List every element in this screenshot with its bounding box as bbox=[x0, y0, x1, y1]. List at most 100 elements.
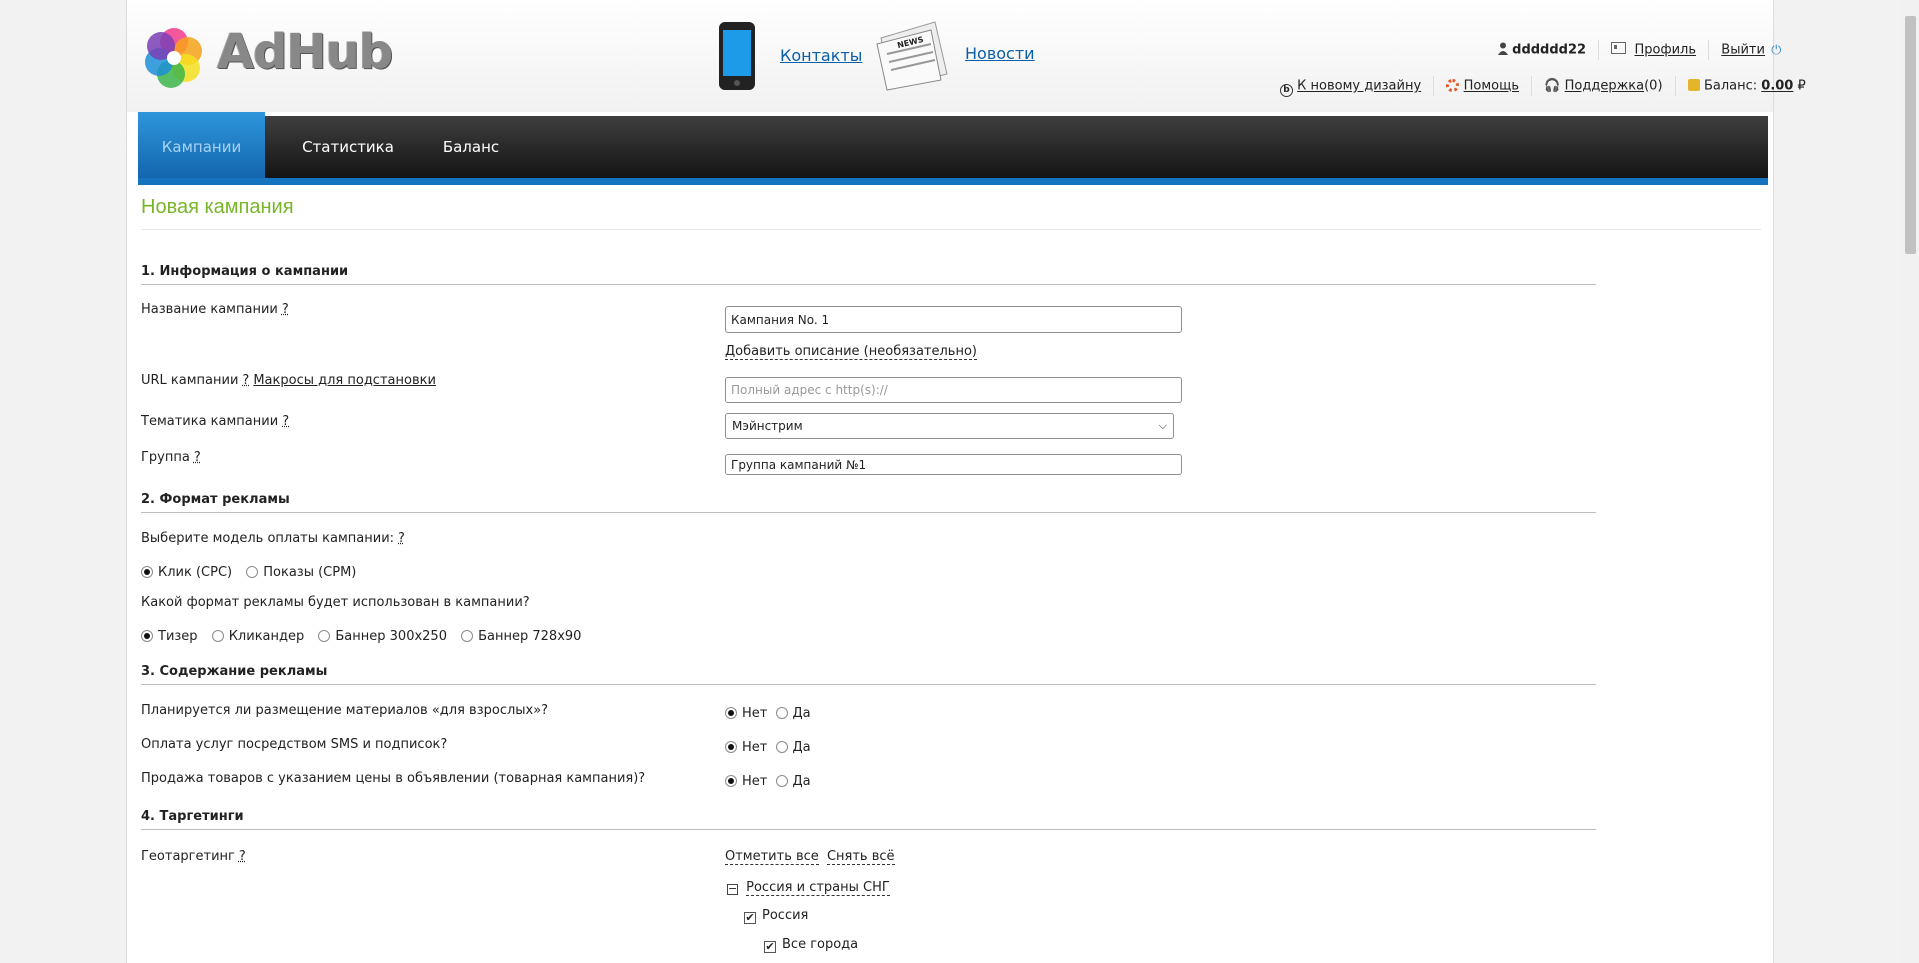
page-scrollbar[interactable] bbox=[1902, 0, 1919, 963]
page: AdHub Контакты NEWS Новости dddddd22 Про… bbox=[126, 0, 1806, 963]
campaign-name-label-text: Название кампании bbox=[141, 302, 278, 317]
payment-model-help[interactable]: ? bbox=[398, 531, 405, 546]
campaign-url-label-text: URL кампании bbox=[141, 373, 239, 388]
radio-adult-no[interactable] bbox=[725, 707, 737, 719]
logout-link[interactable]: Выйти bbox=[1721, 43, 1765, 58]
title-divider bbox=[141, 229, 1761, 230]
checkbox-russia[interactable]: ✔ bbox=[744, 912, 756, 924]
radio-adult-yes[interactable] bbox=[775, 707, 788, 719]
campaign-url-input[interactable] bbox=[725, 377, 1182, 403]
sms-option-yes-label: Да bbox=[792, 740, 811, 755]
phone-icon bbox=[717, 20, 757, 96]
sms-option-yes[interactable]: Да bbox=[775, 740, 811, 755]
main-nav: Кампании Статистика Баланс bbox=[138, 112, 1768, 185]
geotargeting-label: Геотаргетинг? bbox=[141, 849, 246, 864]
payment-model-label-text: Выберите модель оплаты кампании: bbox=[141, 531, 395, 546]
payment-model-label: Выберите модель оплаты кампании:? bbox=[141, 531, 405, 546]
new-design-icon: b bbox=[1280, 83, 1293, 97]
payment-option-cpm-label: Показы (CPM) bbox=[263, 565, 357, 580]
add-description-link[interactable]: Добавить описание (необязательно) bbox=[725, 344, 977, 360]
format-option-banner-728x90[interactable]: Баннер 728x90 bbox=[461, 629, 581, 644]
adult-question-label: Планируется ли размещение материалов «дл… bbox=[141, 703, 549, 718]
tree-russia-label: Россия bbox=[762, 908, 809, 923]
radio-cpm[interactable] bbox=[246, 566, 259, 578]
radio-banner-300x250[interactable] bbox=[318, 630, 331, 642]
support-link[interactable]: Поддержка bbox=[1565, 79, 1645, 94]
payment-option-cpm[interactable]: Показы (CPM) bbox=[246, 565, 356, 580]
section-targeting-title: 4. Таргетинги bbox=[141, 809, 1596, 830]
tree-all-cities: ✔ Все города bbox=[764, 937, 858, 953]
adult-option-yes[interactable]: Да bbox=[775, 706, 811, 721]
radio-teaser[interactable] bbox=[141, 630, 153, 642]
campaign-url-label: URL кампании? Макросы для подстановки bbox=[141, 373, 436, 388]
section-ad-format-title: 2. Формат рекламы bbox=[141, 492, 1596, 513]
campaign-name-label: Название кампании? bbox=[141, 302, 289, 317]
sms-option-no-label: Нет bbox=[742, 740, 768, 755]
campaign-topic-label-text: Тематика кампании bbox=[141, 414, 279, 429]
payment-option-cpc[interactable]: Клик (CPC) bbox=[141, 565, 232, 580]
radio-clickunder[interactable] bbox=[211, 630, 224, 642]
campaign-name-input[interactable] bbox=[725, 306, 1182, 333]
group-help[interactable]: ? bbox=[194, 450, 201, 465]
format-option-teaser[interactable]: Тизер bbox=[141, 629, 198, 644]
tab-statistics[interactable]: Статистика bbox=[288, 116, 408, 178]
product-question-label: Продажа товаров с указанием цены в объяв… bbox=[141, 771, 646, 786]
balance-label: Баланс: bbox=[1703, 78, 1758, 94]
tab-campaigns[interactable]: Кампании bbox=[138, 112, 265, 178]
collapse-icon[interactable]: − bbox=[727, 883, 738, 895]
campaign-topic-select[interactable]: Мэйнстрим ⌵ bbox=[725, 413, 1174, 439]
adult-option-no[interactable]: Нет bbox=[725, 706, 767, 721]
group-input[interactable] bbox=[725, 454, 1182, 475]
radio-product-no[interactable] bbox=[725, 775, 737, 787]
radio-sms-no[interactable] bbox=[725, 741, 737, 753]
logo-flower-icon bbox=[145, 28, 202, 88]
headset-icon: 🎧 bbox=[1544, 78, 1561, 94]
tree-russia: ✔ Россия bbox=[744, 908, 808, 924]
checkbox-all-cities[interactable]: ✔ bbox=[764, 941, 776, 953]
campaign-topic-help[interactable]: ? bbox=[282, 414, 289, 429]
radio-product-yes[interactable] bbox=[775, 775, 788, 787]
section-ad-content-title: 3. Содержание рекламы bbox=[141, 664, 1596, 685]
radio-sms-yes[interactable] bbox=[775, 741, 788, 753]
profile-link[interactable]: Профиль bbox=[1635, 43, 1697, 58]
sms-option-no[interactable]: Нет bbox=[725, 740, 767, 755]
page-title: Новая кампания bbox=[141, 196, 294, 218]
contacts-link[interactable]: Контакты bbox=[780, 46, 862, 65]
tab-balance[interactable]: Баланс bbox=[421, 116, 521, 178]
format-option-banner-300x250[interactable]: Баннер 300x250 bbox=[318, 629, 447, 644]
campaign-url-help[interactable]: ? bbox=[242, 373, 249, 388]
macros-link[interactable]: Макросы для подстановки bbox=[253, 373, 436, 388]
currency: ₽ bbox=[1797, 78, 1806, 94]
lifebuoy-icon bbox=[1446, 78, 1460, 92]
campaign-topic-label: Тематика кампании? bbox=[141, 414, 289, 429]
deselect-all-link[interactable]: Снять всё bbox=[826, 849, 895, 865]
campaign-name-help[interactable]: ? bbox=[282, 302, 289, 317]
radio-banner-728x90[interactable] bbox=[461, 630, 474, 642]
product-option-yes[interactable]: Да bbox=[775, 774, 811, 789]
ad-format-options: Тизер Кликандер Баннер 300x250 Баннер 72… bbox=[141, 629, 591, 644]
format-option-teaser-label: Тизер bbox=[158, 629, 198, 644]
adult-option-no-label: Нет bbox=[742, 706, 768, 721]
product-option-no[interactable]: Нет bbox=[725, 774, 767, 789]
format-option-clickunder-label: Кликандер bbox=[228, 629, 305, 644]
help-link[interactable]: Помощь bbox=[1464, 79, 1519, 94]
sms-question-label: Оплата услуг посредством SMS и подписок? bbox=[141, 737, 448, 752]
news-link[interactable]: Новости bbox=[965, 44, 1035, 63]
tree-root-label[interactable]: Россия и страны СНГ bbox=[746, 880, 890, 896]
product-question-options: Нет Да bbox=[725, 774, 821, 789]
product-option-no-label: Нет bbox=[742, 774, 768, 789]
scrollbar-thumb[interactable] bbox=[1905, 16, 1916, 254]
geotargeting-label-text: Геотаргетинг bbox=[141, 849, 235, 864]
chevron-down-icon: ⌵ bbox=[1158, 419, 1167, 432]
geotargeting-help[interactable]: ? bbox=[239, 849, 246, 864]
format-option-clickunder[interactable]: Кликандер bbox=[211, 629, 305, 644]
logo-link[interactable]: AdHub bbox=[141, 20, 393, 90]
select-all-link[interactable]: Отметить все bbox=[725, 849, 819, 865]
product-option-yes-label: Да bbox=[792, 774, 811, 789]
divider bbox=[1433, 76, 1435, 96]
new-design-link[interactable]: К новому дизайну bbox=[1297, 79, 1421, 94]
geo-select-links: Отметить все Снять всё bbox=[725, 849, 895, 865]
radio-cpc[interactable] bbox=[141, 566, 153, 578]
power-icon: ⏻ bbox=[1771, 42, 1782, 58]
balance-value[interactable]: 0.00 bbox=[1761, 79, 1793, 94]
